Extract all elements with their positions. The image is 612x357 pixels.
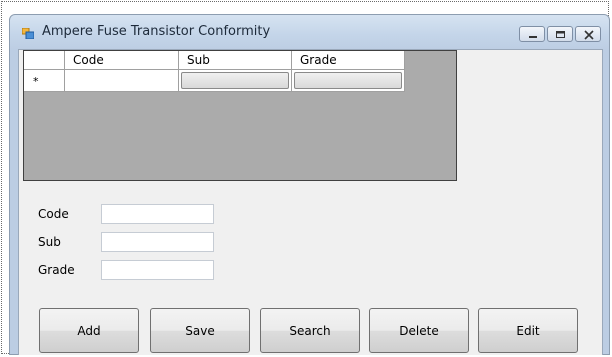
- grid-row-header-corner: [24, 51, 65, 70]
- close-icon: [584, 30, 594, 40]
- form-client-area: Code Sub Grade * Code Sub Grade Add Save: [18, 49, 603, 355]
- grid-cell-grade[interactable]: [292, 70, 405, 92]
- app-form-icon: [21, 27, 35, 40]
- minimize-button[interactable]: [519, 26, 545, 42]
- grade-label: Grade: [38, 263, 75, 277]
- app-window: Ampere Fuse Transistor Conformity Code S…: [9, 14, 610, 355]
- window-title: Ampere Fuse Transistor Conformity: [42, 24, 271, 39]
- grid-column-header-code[interactable]: Code: [65, 51, 179, 70]
- grid-column-header-sub[interactable]: Sub: [179, 51, 292, 70]
- save-button[interactable]: Save: [150, 308, 250, 353]
- grade-combo-cell[interactable]: [294, 72, 402, 89]
- edit-button[interactable]: Edit: [478, 308, 578, 353]
- grade-input[interactable]: [101, 260, 214, 280]
- code-input[interactable]: [101, 204, 214, 224]
- sub-input[interactable]: [101, 232, 214, 252]
- sub-combo-cell[interactable]: [181, 72, 289, 89]
- delete-button[interactable]: Delete: [369, 308, 469, 353]
- grid-column-header-grade[interactable]: Grade: [292, 51, 405, 70]
- grid-new-row: *: [24, 70, 405, 92]
- grid-cell-sub[interactable]: [179, 70, 292, 92]
- minimize-icon: [529, 36, 537, 38]
- search-button[interactable]: Search: [260, 308, 360, 353]
- maximize-button[interactable]: [547, 26, 573, 42]
- close-button[interactable]: [575, 26, 601, 42]
- code-label: Code: [38, 207, 69, 221]
- sub-label: Sub: [38, 235, 61, 249]
- maximize-icon: [556, 31, 565, 38]
- title-bar[interactable]: Ampere Fuse Transistor Conformity: [10, 15, 609, 51]
- grid-cell-code[interactable]: [65, 70, 179, 92]
- caption-buttons: [519, 26, 601, 42]
- new-row-marker[interactable]: *: [24, 70, 65, 92]
- data-grid[interactable]: Code Sub Grade *: [23, 50, 457, 181]
- grid-header-row: Code Sub Grade: [24, 51, 405, 70]
- add-button[interactable]: Add: [39, 308, 139, 353]
